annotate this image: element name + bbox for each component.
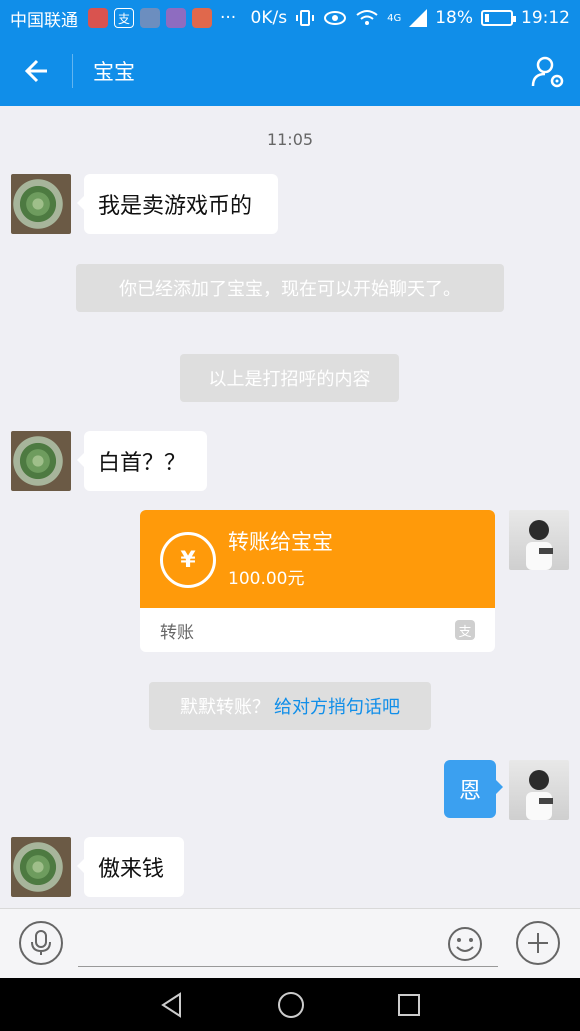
header-divider: [72, 54, 73, 88]
arrow-left-icon: [24, 59, 47, 83]
app-notification-icon: [166, 8, 186, 28]
status-right: 0K/s 4G 18% 19:12: [251, 8, 570, 28]
eye-icon: [324, 11, 347, 25]
transfer-prompt: 默默转账？ 给对方捎句话吧: [149, 682, 431, 730]
person-photo: [526, 520, 553, 570]
transfer-coin-icon: ¥: [160, 532, 216, 588]
transfer-title: 转账给宝宝: [228, 530, 333, 554]
battery-fill: [485, 14, 489, 22]
person-photo: [526, 770, 553, 820]
transfer-prompt-text: 默默转账？: [180, 697, 270, 718]
voice-button[interactable]: [19, 921, 63, 965]
system-navigation-bar: [0, 978, 580, 1031]
send-message-link[interactable]: 给对方捎句话吧: [274, 693, 400, 719]
wifi-icon: [356, 10, 378, 25]
contact-avatar[interactable]: [11, 837, 71, 897]
message-bubble-received[interactable]: 我是卖游戏币的: [77, 174, 278, 234]
profile-settings-icon[interactable]: [530, 54, 566, 90]
vibrate-icon: [296, 10, 315, 26]
chat-header: 宝宝: [0, 36, 580, 106]
user-avatar[interactable]: [509, 760, 569, 820]
network-type: 4G: [387, 12, 402, 24]
app-notification-icon: [192, 8, 212, 28]
chat-area[interactable]: 11:05 我是卖游戏币的 你已经添加了宝宝，现在可以开始聊天了。 以上是打招呼…: [0, 106, 580, 908]
message-input-bar: [0, 908, 580, 978]
carrier-label: 中国联通: [10, 10, 78, 31]
nav-back-icon[interactable]: [158, 991, 186, 1019]
notification-app-icon: [88, 8, 108, 28]
image-notification-icon: [140, 8, 160, 28]
nav-home-icon[interactable]: [276, 990, 306, 1020]
transfer-amount: 100.00元: [228, 569, 305, 589]
signal-icon: [409, 9, 428, 27]
alipay-logo-icon: 支: [455, 620, 475, 640]
overflow-dots: ···: [220, 8, 237, 28]
back-button[interactable]: [0, 36, 72, 106]
page-title: 宝宝: [93, 60, 135, 84]
transfer-card-header: ¥ 转账给宝宝 100.00元: [140, 510, 495, 608]
system-notice: 以上是打招呼的内容: [180, 354, 399, 402]
plus-icon: [528, 933, 548, 953]
microphone-icon: [31, 930, 51, 955]
message-input[interactable]: [78, 923, 498, 967]
transfer-card-footer: 转账 支: [140, 608, 495, 652]
smiley-icon[interactable]: [447, 926, 483, 962]
transfer-label: 转账: [160, 622, 194, 643]
message-bubble-received[interactable]: 白首？？: [77, 431, 207, 491]
message-bubble-received[interactable]: 傲来钱: [77, 837, 184, 897]
battery-percent: 18%: [435, 8, 473, 28]
message-bubble-sent[interactable]: 恩: [444, 760, 503, 818]
contact-avatar[interactable]: [11, 174, 71, 234]
clock: 19:12: [521, 8, 570, 28]
user-avatar[interactable]: [509, 510, 569, 570]
message-timestamp: 11:05: [266, 130, 314, 149]
nav-recents-icon[interactable]: [396, 992, 422, 1018]
contact-avatar[interactable]: [11, 431, 71, 491]
more-button[interactable]: [516, 921, 560, 965]
transfer-card[interactable]: ¥ 转账给宝宝 100.00元 转账 支: [140, 510, 495, 652]
system-notice: 你已经添加了宝宝，现在可以开始聊天了。: [76, 264, 504, 312]
status-bar: 中国联通 支 ··· 0K/s 4G 18% 19:12: [0, 0, 580, 36]
network-speed: 0K/s: [250, 8, 288, 28]
alipay-icon: 支: [114, 8, 134, 28]
battery-icon: [481, 10, 516, 26]
